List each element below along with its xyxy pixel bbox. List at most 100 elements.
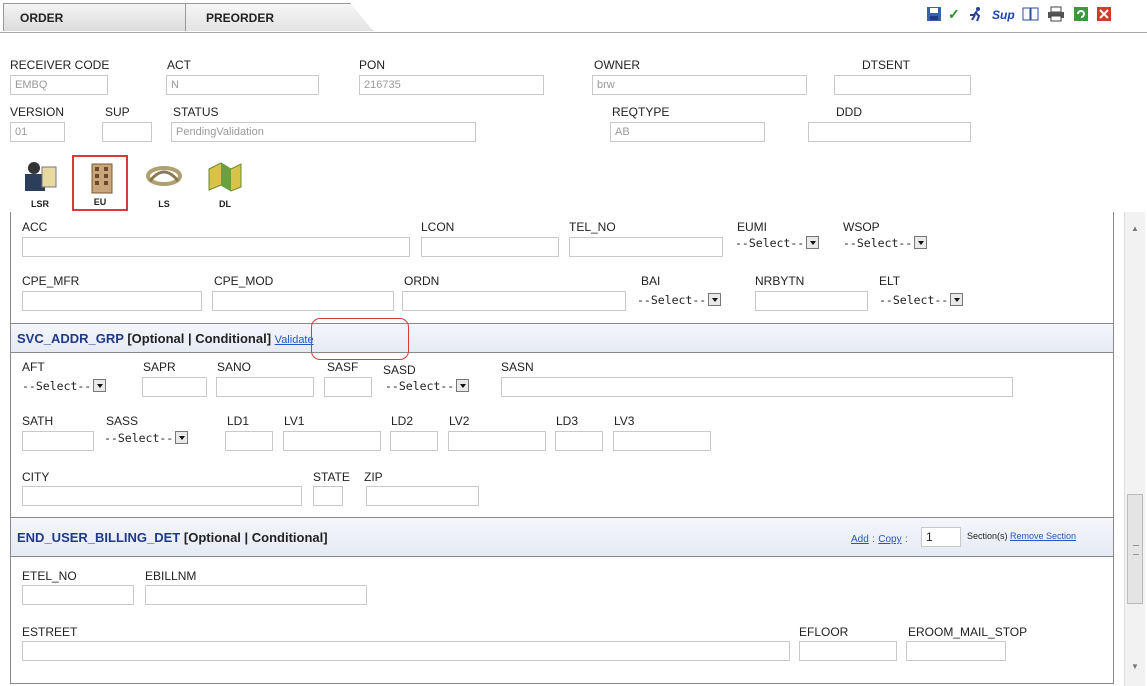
reqtype-field[interactable]: AB	[610, 122, 765, 142]
form-lsr-button[interactable]: LSR	[12, 155, 68, 211]
owner-label: OWNER	[594, 58, 640, 72]
efloor-field[interactable]	[799, 641, 897, 661]
lcon-field[interactable]	[421, 237, 559, 257]
sections-label: Section(s)	[967, 531, 1008, 541]
sup-field[interactable]	[102, 122, 152, 142]
dl-map-icon	[208, 162, 242, 192]
add-section-link[interactable]: Add	[851, 534, 869, 545]
remove-section-link[interactable]: Remove Section	[1010, 531, 1076, 541]
tel-no-field[interactable]	[569, 237, 723, 257]
eumi-dropdown-arrow-icon[interactable]	[806, 236, 820, 249]
aft-dropdown-arrow-icon[interactable]	[93, 379, 107, 392]
eumi-select[interactable]: --Select--	[735, 234, 820, 253]
ld3-field[interactable]	[555, 431, 603, 451]
check-icon[interactable]: ✓	[948, 6, 960, 23]
ebillnm-field[interactable]	[145, 585, 367, 605]
sass-select[interactable]: --Select--	[104, 429, 189, 448]
lv3-label: LV3	[614, 414, 635, 428]
etel-no-field[interactable]	[22, 585, 134, 605]
act-field[interactable]: N	[166, 75, 319, 95]
tab-order[interactable]: ORDER	[3, 3, 213, 31]
tab-preorder[interactable]: PREORDER	[185, 3, 373, 31]
close-icon[interactable]	[1096, 6, 1112, 25]
sasd-label: SASD	[383, 363, 416, 377]
cpe-mfr-field[interactable]	[22, 291, 202, 311]
nrbytn-field[interactable]	[755, 291, 868, 311]
refresh-icon[interactable]	[1073, 6, 1089, 25]
wsop-dropdown-arrow-icon[interactable]	[914, 236, 928, 249]
version-label: VERSION	[10, 105, 65, 119]
wsop-label: WSOP	[843, 220, 880, 234]
validate-link[interactable]: Validate	[275, 334, 314, 346]
pon-label: PON	[359, 58, 386, 72]
version-field[interactable]: 01	[10, 122, 65, 142]
ld1-field[interactable]	[225, 431, 273, 451]
status-field[interactable]: PendingValidation	[171, 122, 476, 142]
eroom-mail-stop-label: EROOM_MAIL_STOP	[908, 625, 1028, 639]
sasn-field[interactable]	[501, 377, 1013, 397]
wsop-select[interactable]: --Select--	[843, 234, 928, 253]
sass-dropdown-arrow-icon[interactable]	[175, 431, 189, 444]
vertical-scrollbar[interactable]: ▲ ▼	[1124, 212, 1145, 686]
receiver-code-field[interactable]: EMBQ	[10, 75, 108, 95]
pon-field[interactable]: 216735	[359, 75, 544, 95]
run-icon[interactable]	[968, 6, 984, 25]
sasd-select[interactable]: --Select--	[385, 377, 470, 396]
sano-field[interactable]	[216, 377, 314, 397]
cpe-mod-field[interactable]	[212, 291, 394, 311]
billing-section-controls: Add : Copy :	[851, 534, 908, 545]
estreet-label: ESTREET	[22, 625, 78, 639]
state-label: STATE	[313, 470, 350, 484]
bai-label: BAI	[641, 274, 661, 288]
city-field[interactable]	[22, 486, 302, 506]
form-eu-button[interactable]: EU	[72, 155, 128, 211]
sup-icon[interactable]: Sup	[992, 8, 1015, 22]
dtsent-field[interactable]	[834, 75, 971, 95]
sapr-field[interactable]	[142, 377, 207, 397]
print-icon[interactable]	[1047, 6, 1065, 25]
form-ls-button[interactable]: LS	[136, 155, 192, 211]
ddd-field[interactable]	[808, 122, 971, 142]
lv2-field[interactable]	[448, 431, 546, 451]
svc-addr-section-header: SVC_ADDR_GRP [Optional | Conditional] Va…	[11, 323, 1113, 353]
save-icon[interactable]	[926, 6, 942, 25]
cpe-mfr-label: CPE_MFR	[22, 274, 80, 288]
scroll-down-arrow-icon[interactable]: ▼	[1131, 662, 1139, 671]
elt-label: ELT	[879, 274, 901, 288]
section-count-input[interactable]: 1	[921, 527, 961, 547]
billing-section-title: END_USER_BILLING_DET [Optional | Conditi…	[17, 530, 328, 545]
receiver-code-label: RECEIVER CODE	[10, 58, 110, 72]
state-field[interactable]	[313, 486, 343, 506]
validate-highlight	[311, 318, 409, 360]
nrbytn-label: NRBYTN	[755, 274, 805, 288]
bai-dropdown-arrow-icon[interactable]	[708, 293, 722, 306]
copy-section-link[interactable]: Copy	[878, 534, 901, 545]
zip-field[interactable]	[366, 486, 479, 506]
sasd-dropdown-arrow-icon[interactable]	[456, 379, 470, 392]
ld2-field[interactable]	[390, 431, 438, 451]
zip-label: ZIP	[364, 470, 383, 484]
billing-section-header: END_USER_BILLING_DET [Optional | Conditi…	[11, 517, 1113, 557]
sass-label: SASS	[106, 414, 139, 428]
sasf-field[interactable]	[324, 377, 372, 397]
estreet-field[interactable]	[22, 641, 790, 661]
bai-select[interactable]: --Select--	[637, 291, 722, 310]
eroom-mail-stop-field[interactable]	[906, 641, 1006, 661]
scrollbar-thumb[interactable]	[1127, 494, 1143, 604]
acc-field[interactable]	[22, 237, 410, 257]
form-dl-button[interactable]: DL	[197, 155, 253, 211]
elt-dropdown-arrow-icon[interactable]	[950, 293, 964, 306]
aft-select[interactable]: --Select--	[22, 377, 107, 396]
sasd-select-value: --Select--	[385, 379, 455, 393]
book-icon[interactable]	[1022, 6, 1040, 25]
sath-field[interactable]	[22, 431, 94, 451]
lv1-field[interactable]	[283, 431, 381, 451]
lv3-field[interactable]	[613, 431, 711, 451]
ld2-label: LD2	[391, 414, 414, 428]
ordn-field[interactable]	[402, 291, 626, 311]
owner-field[interactable]: brw	[592, 75, 807, 95]
act-label: ACT	[167, 58, 191, 72]
scroll-up-arrow-icon[interactable]: ▲	[1131, 224, 1139, 233]
elt-select[interactable]: --Select--	[879, 291, 964, 310]
aft-label: AFT	[22, 360, 45, 374]
